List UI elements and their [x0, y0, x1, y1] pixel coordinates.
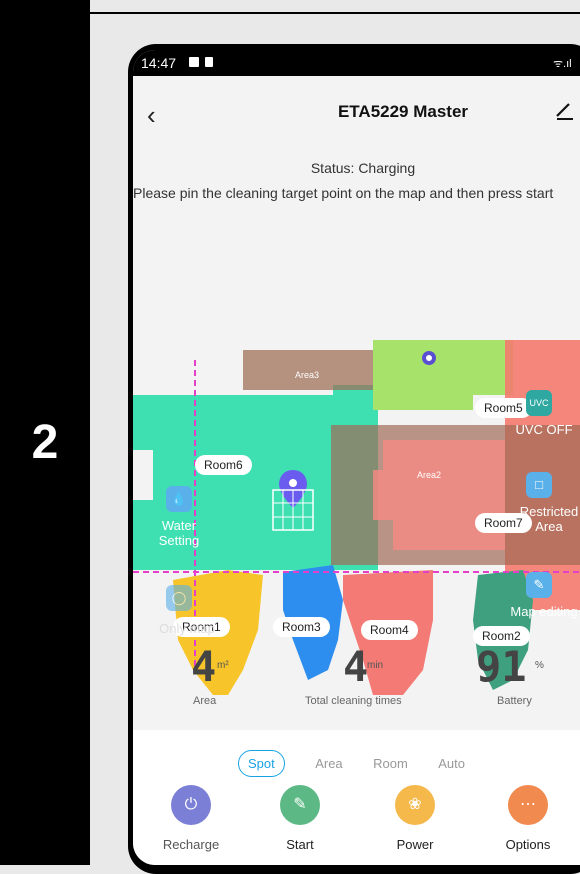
start-label: Start [286, 837, 314, 852]
signal-icon: ᯤ.ıl [553, 58, 572, 70]
only-map-icon[interactable]: ◯ [166, 585, 192, 611]
battery-unit: % [535, 660, 544, 671]
area-label: Area [193, 695, 217, 707]
start-button[interactable]: ✎ Start [260, 785, 340, 852]
status-text: Status: Charging [310, 160, 416, 176]
uvc-icon[interactable]: UVC [526, 390, 552, 416]
recharge-button[interactable]: ⏻ Recharge [151, 785, 231, 852]
power-button[interactable]: ❀ Power [375, 785, 455, 852]
device-title: ETA5229 Master [337, 102, 469, 121]
broom-icon: ✎ [280, 785, 320, 825]
room4-label[interactable]: Room4 [361, 620, 418, 640]
tab-room[interactable]: Room [373, 756, 408, 771]
recharge-label: Recharge [162, 837, 220, 852]
map-editing-label: Map editing [510, 604, 578, 619]
app-header: ‹ ETA5229 Master [133, 80, 580, 140]
tab-area[interactable]: Area [315, 756, 342, 771]
gallery-notification-icon [189, 57, 199, 67]
time-value: 4 [343, 642, 369, 691]
clipboard-notification-icon [205, 57, 213, 67]
room3-label[interactable]: Room3 [273, 617, 330, 637]
area-unit: m² [217, 660, 229, 671]
phone-screen: 14:47 ᯤ.ıl ‹ ETA5229 Master Status: Char… [133, 50, 580, 865]
map-edit-icon[interactable]: ✎ [526, 572, 552, 598]
edit-icon[interactable] [553, 98, 575, 120]
cleaning-map[interactable]: Area3 Area2 Room6 Room5 Room7 Room1 Room… [133, 340, 580, 760]
room5-label[interactable]: Room5 [475, 398, 532, 418]
tab-auto[interactable]: Auto [438, 756, 465, 771]
time-label: Total cleaning times [305, 695, 402, 707]
tab-spot[interactable]: Spot [238, 750, 285, 777]
room6-label[interactable]: Room6 [195, 455, 252, 475]
battery-value: 91 [476, 642, 527, 691]
restricted-area-icon[interactable]: □ [526, 472, 552, 498]
battery-label: Battery [497, 695, 532, 707]
options-label: Options [505, 837, 551, 852]
options-button[interactable]: ⋯ Options [488, 785, 568, 852]
area-value: 4 [191, 642, 217, 691]
water-setting-label: Water Setting [158, 518, 200, 548]
mode-tabs: Spot Area Room Auto [238, 750, 491, 777]
bottom-panel: Spot Area Room Auto ⏻ Recharge ✎ Start ❀… [133, 730, 580, 865]
clock: 14:47 [141, 55, 177, 71]
only-map-label: Only map [159, 621, 215, 636]
recharge-icon: ⏻ [171, 785, 211, 825]
uvc-status-label: UVC OFF [515, 422, 573, 437]
restricted-area-label: Restricted Area [519, 504, 579, 534]
time-unit: min [367, 660, 384, 671]
area2-label: Area2 [417, 470, 442, 480]
fan-icon: ❀ [395, 785, 435, 825]
hint-text: Please pin the cleaning target point on … [133, 185, 554, 201]
status-bar: 14:47 ᯤ.ıl [133, 50, 580, 76]
step-number: 2 [31, 416, 59, 469]
area3-label: Area3 [295, 370, 320, 380]
power-label: Power [396, 837, 434, 852]
water-drop-icon[interactable]: 💧 [166, 486, 192, 512]
more-icon: ⋯ [508, 785, 548, 825]
top-divider [90, 12, 580, 14]
